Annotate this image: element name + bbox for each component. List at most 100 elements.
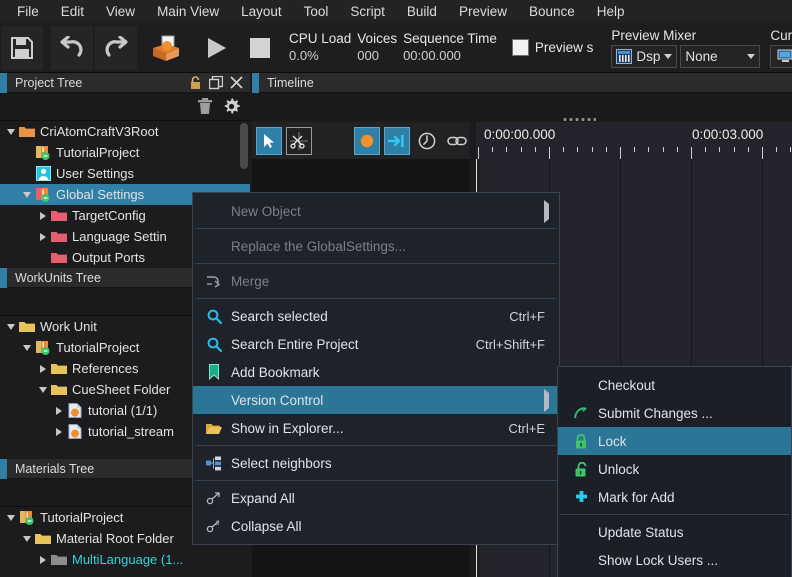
select-tool-button[interactable]	[256, 126, 283, 155]
menu-item-tool[interactable]: Tool	[293, 1, 340, 23]
twisty-collapsed-icon[interactable]	[36, 364, 50, 373]
mixer-target-dropdown[interactable]: None	[680, 44, 761, 68]
play-button[interactable]	[195, 26, 237, 70]
menu-item-help[interactable]: Help	[586, 1, 636, 23]
menu-item-build[interactable]: Build	[396, 1, 448, 23]
plus-icon-wrap	[570, 490, 592, 505]
link-tool-button[interactable]	[444, 127, 470, 155]
menu-item-label: Show Lock Users ...	[598, 552, 719, 568]
menu-item-layout[interactable]: Layout	[230, 1, 293, 23]
twisty-collapsed-icon[interactable]	[52, 427, 66, 436]
folder-orange-icon	[19, 125, 35, 138]
redo-button[interactable]	[95, 25, 137, 70]
vertical-scrollbar[interactable]	[240, 123, 248, 169]
menu-item-add-bookmark[interactable]: Add Bookmark	[193, 358, 559, 386]
twisty-expanded-icon[interactable]	[20, 191, 34, 198]
menu-separator	[195, 480, 557, 481]
trash-icon[interactable]	[197, 98, 213, 115]
twisty-expanded-icon[interactable]	[20, 535, 34, 542]
settings-icon-wrap	[34, 187, 52, 202]
menu-item-edit[interactable]: Edit	[50, 1, 95, 23]
bookmark-icon-wrap	[203, 364, 225, 380]
menu-item-script[interactable]: Script	[339, 1, 396, 23]
twisty-collapsed-icon[interactable]	[36, 211, 50, 220]
twisty-collapsed-icon[interactable]	[36, 232, 50, 241]
menu-item-submit-changes[interactable]: Submit Changes ...	[558, 399, 791, 427]
menu-item-mark-for-add[interactable]: Mark for Add	[558, 483, 791, 511]
close-icon[interactable]	[230, 76, 243, 89]
tree-item-tutorialproject[interactable]: TutorialProject	[0, 142, 250, 163]
tree-item-label: User Settings	[56, 166, 135, 181]
tree-item-label: Output Ports	[72, 250, 145, 265]
tree-item-user-settings[interactable]: User Settings	[0, 163, 250, 184]
ruler-time-label-0: 0:00:00.000	[484, 127, 556, 142]
twisty-expanded-icon[interactable]	[4, 128, 18, 135]
menu-item-unlock[interactable]: Unlock	[558, 455, 791, 483]
panel-accent-bar-2	[0, 267, 7, 288]
context-menu[interactable]: New Object Replace the GlobalSettings... M…	[192, 192, 560, 545]
folder-yellow-icon	[51, 362, 67, 375]
current-group: Cur	[766, 23, 792, 72]
twisty-expanded-icon[interactable]	[4, 323, 18, 330]
search-icon	[207, 309, 222, 324]
collapse-all-icon-wrap: 3	[203, 519, 225, 534]
stop-button[interactable]	[239, 26, 281, 70]
snap-tool-button[interactable]	[383, 126, 410, 155]
float-window-icon[interactable]	[209, 75, 223, 90]
tree-item-criatomcraftv3root[interactable]: CriAtomCraftV3Root	[0, 121, 250, 142]
svg-text:3: 3	[216, 521, 220, 527]
menu-item-select-neighbors[interactable]: Select neighbors	[193, 449, 559, 477]
menu-item-show-in-explorer[interactable]: Show in Explorer... Ctrl+E	[193, 414, 559, 442]
twisty-expanded-icon[interactable]	[4, 514, 18, 521]
voices-label: Voices	[357, 30, 398, 46]
menu-item-view[interactable]: View	[95, 1, 146, 23]
menu-item-main-view[interactable]: Main View	[146, 1, 230, 23]
dsp-dropdown[interactable]: Dsp	[611, 44, 678, 68]
panel-accent-bar	[0, 72, 7, 93]
clock-tool-button[interactable]	[414, 127, 440, 155]
ruler-minor-tick	[776, 147, 778, 152]
workunit-icon-wrap	[34, 340, 52, 355]
user-icon	[35, 166, 51, 181]
timeline-ruler[interactable]: 0:00:00.000 0:00:03.000	[476, 122, 792, 159]
menu-item-file[interactable]: File	[6, 1, 50, 23]
menu-item-show-lock-users[interactable]: Show Lock Users ...	[558, 546, 791, 574]
twisty-collapsed-icon[interactable]	[52, 406, 66, 415]
save-button[interactable]	[1, 25, 43, 70]
menu-item-new-object: New Object	[193, 197, 559, 225]
record-tool-button[interactable]	[353, 126, 380, 155]
tree-item-multilanguage-1[interactable]: MultiLanguage (1...	[0, 549, 250, 570]
menu-item-collapse-all[interactable]: 3 Collapse All	[193, 512, 559, 540]
undo-button[interactable]	[51, 25, 93, 70]
orange-dot-icon	[359, 133, 375, 149]
menu-item-update-status[interactable]: Update Status	[558, 518, 791, 546]
folder-red-icon-wrap	[50, 230, 68, 243]
tree-item-label: Work Unit	[40, 319, 97, 334]
menu-item-search-entire-project[interactable]: Search Entire Project Ctrl+Shift+F	[193, 330, 559, 358]
lock-icon[interactable]	[189, 75, 202, 90]
menu-bar: File Edit View Main View Layout Tool Scr…	[0, 0, 792, 23]
build-button[interactable]	[145, 26, 187, 70]
menu-item-version-control[interactable]: Version Control	[193, 386, 559, 414]
mixer-target-value: None	[685, 48, 718, 64]
menu-item-label: Update Status	[598, 524, 684, 540]
preview-stop-checkbox[interactable]	[511, 39, 529, 56]
scissors-tool-button[interactable]	[286, 126, 313, 155]
version-control-submenu[interactable]: Checkout Submit Changes ... Lock Unlock Mark…	[557, 366, 792, 577]
menu-item-preview[interactable]: Preview	[448, 1, 518, 23]
menu-item-lock[interactable]: Lock	[558, 427, 791, 455]
tree-item-label: TargetConfig	[72, 208, 146, 223]
current-target-dropdown[interactable]	[770, 44, 792, 68]
menu-item-search-selected[interactable]: Search selected Ctrl+F	[193, 302, 559, 330]
menu-item-expand-all[interactable]: Expand All	[193, 484, 559, 512]
voices-value: 000	[357, 47, 379, 63]
menu-item-bounce[interactable]: Bounce	[518, 1, 586, 23]
twisty-expanded-icon[interactable]	[20, 344, 34, 351]
twisty-collapsed-icon[interactable]	[36, 555, 50, 564]
stop-square-icon	[248, 36, 272, 60]
ruler-minor-tick	[662, 147, 664, 152]
ruler-minor-tick	[719, 147, 721, 152]
gear-icon[interactable]	[223, 98, 240, 115]
twisty-expanded-icon[interactable]	[36, 386, 50, 393]
menu-item-checkout[interactable]: Checkout	[558, 371, 791, 399]
